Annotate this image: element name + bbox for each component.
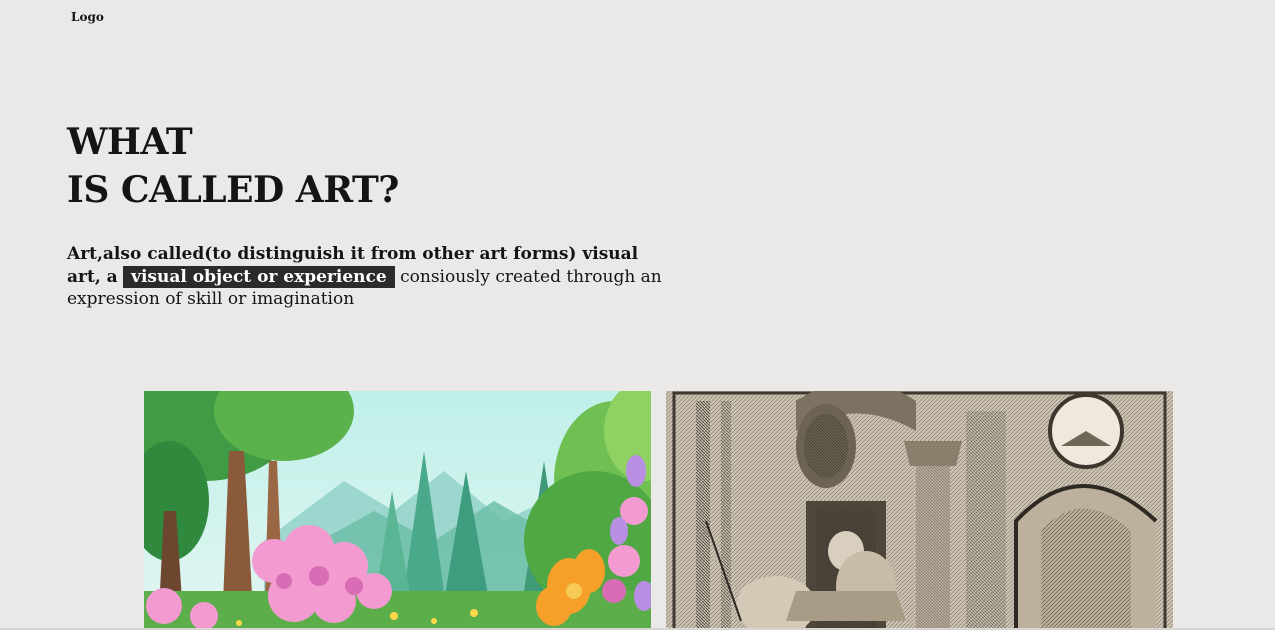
hero-title: WHAT IS CALLED ART? — [67, 118, 399, 214]
engraving-artwork-image[interactable] — [666, 391, 1173, 630]
engraving-artwork-icon — [666, 391, 1173, 630]
garden-painting-image[interactable] — [144, 391, 651, 630]
hero-description: Art,also called(to distinguish it from o… — [67, 243, 667, 311]
hero-description-highlight: visual object or experience — [123, 265, 395, 288]
hero-title-line-2: IS CALLED ART? — [67, 169, 399, 211]
hero-title-line-1: WHAT — [67, 121, 193, 163]
logo[interactable]: Logo — [71, 10, 104, 24]
art-gallery — [144, 391, 1173, 630]
garden-painting-icon — [144, 391, 651, 630]
